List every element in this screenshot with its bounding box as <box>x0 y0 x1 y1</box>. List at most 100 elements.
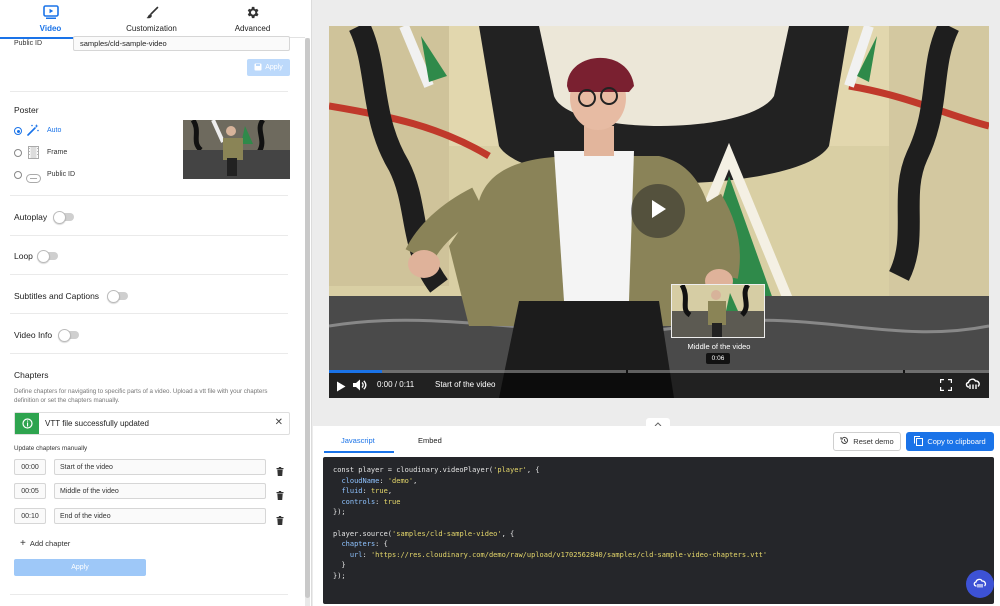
seek-preview-time: 0:06 <box>706 353 730 364</box>
seek-preview-thumbnail <box>671 284 765 338</box>
tab-embed[interactable]: Embed <box>418 436 442 445</box>
copy-icon <box>914 435 924 448</box>
video-player[interactable]: Middle of the video 0:06 0:00 / 0:11 Sta… <box>329 26 989 398</box>
divider <box>10 353 288 354</box>
trash-icon[interactable] <box>276 487 284 500</box>
divider <box>10 274 288 275</box>
play-icon[interactable] <box>336 379 346 397</box>
subtitles-label: Subtitles and Captions <box>14 291 100 301</box>
tab-advanced[interactable]: Advanced <box>202 0 303 38</box>
public-id-label: Public ID <box>14 40 43 47</box>
video-info-label: Video Info <box>14 330 53 340</box>
close-icon[interactable]: ✕ <box>275 417 283 428</box>
volume-icon[interactable] <box>353 378 367 396</box>
tab-video[interactable]: Video <box>0 0 101 39</box>
add-chapter-button[interactable]: + Add chapter <box>20 538 70 549</box>
chapter-time-input[interactable]: 00:10 <box>14 508 46 524</box>
cloudinary-logo-icon[interactable] <box>965 376 981 395</box>
history-icon <box>840 436 849 447</box>
code-line: controls: true <box>341 497 401 506</box>
control-bar <box>329 370 989 398</box>
poster-public-id-radio[interactable] <box>14 171 22 179</box>
save-icon <box>254 63 262 73</box>
left-scrollbar[interactable] <box>305 38 310 606</box>
chapter-time-input[interactable]: 00:05 <box>14 483 46 499</box>
scrollbar-thumb[interactable] <box>305 38 310 598</box>
trash-icon[interactable] <box>276 512 284 525</box>
chapters-description: Define chapters for navigating to specif… <box>14 388 268 404</box>
divider <box>10 594 288 595</box>
current-time: 0:00 <box>377 380 393 389</box>
settings-panel: Video Customization Advanced Public ID s… <box>0 0 312 606</box>
code-line: player.source('samples/cld-sample-video'… <box>333 529 515 538</box>
play-overlay-button[interactable] <box>631 184 685 238</box>
success-alert: VTT file successfully updated ✕ <box>14 412 290 435</box>
code-line: url: 'https://res.cloudinary.com/demo/ra… <box>349 550 768 559</box>
divider <box>10 235 288 236</box>
time-display: 0:00 / 0:11 <box>377 380 415 389</box>
copy-label: Copy to clipboard <box>927 437 986 446</box>
link-icon <box>26 170 41 188</box>
tab-customization[interactable]: Customization <box>101 0 202 38</box>
play-icon <box>649 199 667 224</box>
check-circle-icon <box>15 413 39 434</box>
copy-to-clipboard-button[interactable]: Copy to clipboard <box>906 432 994 451</box>
divider <box>10 313 288 314</box>
loop-label: Loop <box>14 251 33 261</box>
tab-javascript[interactable]: Javascript <box>341 436 375 445</box>
chapters-title: Chapters <box>14 370 49 380</box>
trash-icon[interactable] <box>276 463 284 476</box>
divider <box>10 195 288 196</box>
poster-thumbnail <box>183 120 290 179</box>
reset-demo-button[interactable]: Reset demo <box>833 432 901 451</box>
fullscreen-icon[interactable] <box>939 378 953 396</box>
apply-label: Apply <box>265 64 283 71</box>
poster-public-id-label: Public ID <box>47 171 76 178</box>
poster-title: Poster <box>14 105 39 115</box>
cloud-icon <box>973 575 987 593</box>
code-line: }); <box>333 571 346 580</box>
loop-toggle[interactable] <box>37 250 58 263</box>
gear-icon <box>245 4 260 21</box>
autoplay-toggle[interactable] <box>53 211 74 224</box>
settings-tabs: Video Customization Advanced <box>0 0 305 39</box>
code-line: fluid: true, <box>341 487 393 496</box>
manual-chapters-label: Update chapters manually <box>14 445 88 452</box>
total-time: 0:11 <box>399 380 415 389</box>
tab-label: Video <box>39 24 62 33</box>
magic-wand-icon <box>26 123 40 142</box>
tab-label: Customization <box>126 24 177 33</box>
code-line: } <box>333 561 346 570</box>
seek-preview-title: Middle of the video <box>687 342 751 351</box>
progress-bar[interactable] <box>329 370 989 373</box>
poster-frame-label: Frame <box>47 149 68 156</box>
poster-auto-radio[interactable] <box>14 127 22 135</box>
tab-label: Advanced <box>234 24 271 33</box>
poster-frame-radio[interactable] <box>14 149 22 157</box>
autoplay-label: Autoplay <box>14 212 48 222</box>
apply-public-id-button[interactable]: Apply <box>247 59 290 76</box>
divider <box>10 91 288 92</box>
plus-icon: + <box>20 538 26 549</box>
film-frame-icon <box>28 146 39 164</box>
video-info-toggle[interactable] <box>58 329 79 342</box>
add-chapter-label: Add chapter <box>29 539 71 548</box>
public-id-input[interactable]: samples/cld-sample-video <box>73 36 290 51</box>
code-block[interactable]: const player = cloudinary.videoPlayer('p… <box>323 457 994 604</box>
subtitles-toggle[interactable] <box>107 290 128 303</box>
chapter-name-input[interactable]: Middle of the video <box>54 483 266 499</box>
apply-chapters-button[interactable]: Apply <box>14 559 146 576</box>
chapter-name-input[interactable]: Start of the video <box>54 459 266 475</box>
code-line: const player = cloudinary.videoPlayer('p… <box>333 466 540 474</box>
current-chapter: Start of the video <box>435 380 496 389</box>
code-line: chapters: { <box>341 540 388 549</box>
chapter-marker <box>903 370 906 373</box>
brush-icon <box>145 4 159 21</box>
code-line: }); <box>333 508 346 517</box>
code-line: cloudName: 'demo', <box>341 476 418 485</box>
chapter-time-input[interactable]: 00:00 <box>14 459 46 475</box>
video-icon <box>42 4 59 21</box>
chapter-name-input[interactable]: End of the video <box>54 508 266 524</box>
help-chat-button[interactable] <box>966 570 994 598</box>
